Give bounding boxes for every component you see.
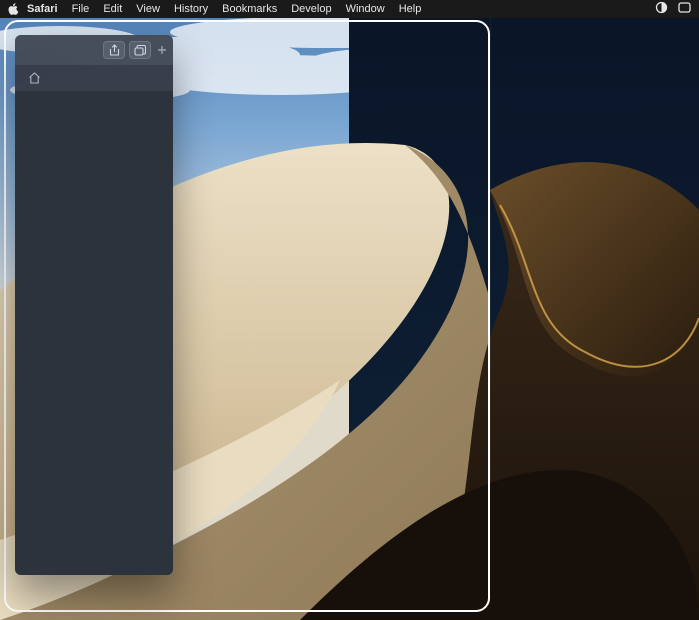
menu-history[interactable]: History	[174, 3, 208, 15]
menu-help[interactable]: Help	[399, 3, 422, 15]
menu-window[interactable]: Window	[346, 3, 385, 15]
new-tab-button[interactable]	[155, 41, 169, 59]
apple-menu[interactable]	[8, 3, 19, 15]
menu-bookmarks[interactable]: Bookmarks	[222, 3, 277, 15]
menu-edit[interactable]: Edit	[103, 3, 122, 15]
menu-bar: Safari File Edit View History Bookmarks …	[0, 0, 699, 18]
safari-content-area[interactable]	[15, 91, 173, 575]
menu-develop[interactable]: Develop	[291, 3, 331, 15]
start-page-tab[interactable]	[23, 69, 45, 87]
control-center-icon[interactable]	[678, 2, 691, 16]
safari-window	[15, 35, 173, 575]
menu-file[interactable]: File	[72, 3, 90, 15]
tabs-overview-button[interactable]	[129, 41, 151, 59]
menu-extra-toggle-icon[interactable]	[655, 1, 668, 17]
app-menus: Safari File Edit View History Bookmarks …	[27, 3, 421, 15]
home-icon	[28, 72, 41, 84]
menu-app-name[interactable]: Safari	[27, 3, 58, 15]
menu-view[interactable]: View	[136, 3, 160, 15]
safari-toolbar	[15, 35, 173, 65]
safari-tab-bar	[15, 65, 173, 91]
share-button[interactable]	[103, 41, 125, 59]
